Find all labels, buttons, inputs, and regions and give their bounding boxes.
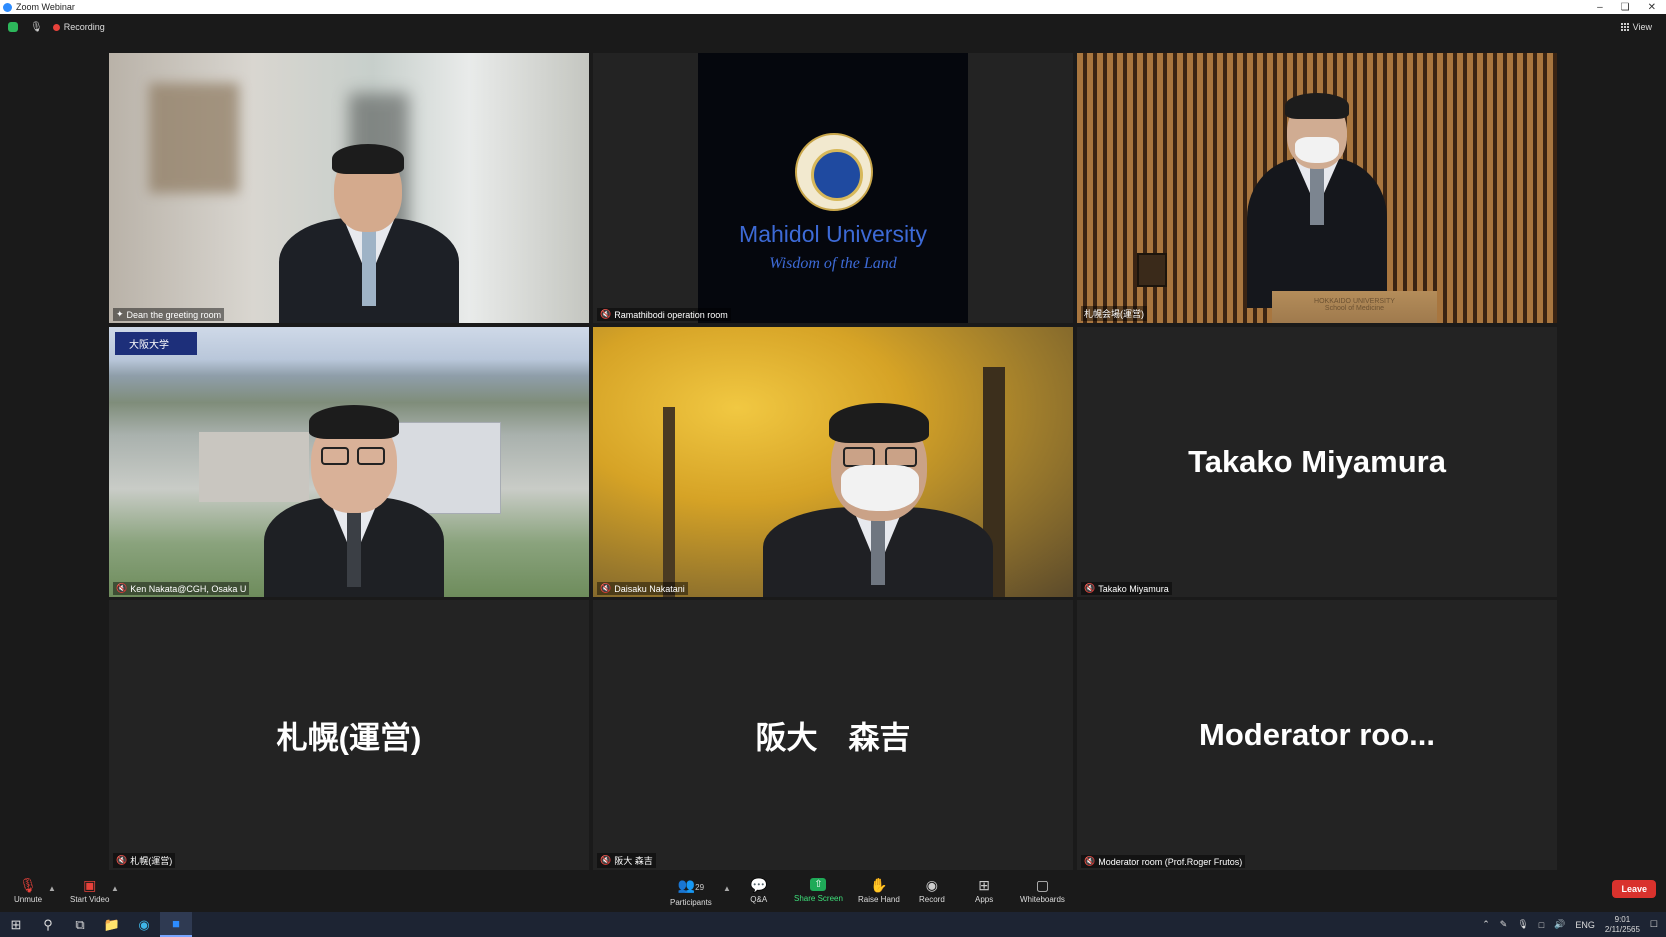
participant-name-label: ✦ Dean the greeting room (113, 308, 225, 321)
audio-status-icon: 🎙 (30, 21, 43, 33)
participant-display-name: 札幌(運営) (276, 720, 422, 756)
start-video-button[interactable]: ▣ Start Video (70, 878, 109, 904)
muted-mic-icon: 🔇 (1084, 856, 1096, 866)
muted-mic-icon: 🔇 (600, 583, 612, 593)
pin-icon: ✦ (116, 309, 124, 319)
wall-panel (1137, 253, 1167, 287)
whiteboard-icon: ▢ (1035, 877, 1050, 893)
qa-icon: 💬 (750, 877, 768, 893)
tree-trunk (663, 407, 675, 597)
leave-button[interactable]: Leave (1612, 880, 1656, 898)
raise-hand-icon: ✋ (870, 877, 888, 893)
record-icon: ◉ (925, 877, 938, 893)
network-icon[interactable]: □ (1539, 920, 1544, 930)
system-tray: ⌃ ✎ 🎙 □ 🔊 ENG 9:01 2/11/2565 ☐ (1482, 915, 1666, 935)
window-controls: – ❏ ✕ (1597, 2, 1666, 13)
task-view-icon[interactable]: ⧉ (64, 912, 96, 937)
taskbar-clock[interactable]: 9:01 2/11/2565 (1605, 915, 1640, 935)
podium-text-line1: HOKKAIDO UNIVERSITY (1314, 298, 1395, 305)
muted-mic-icon: 🔇 (116, 583, 128, 593)
apps-icon: ⊞ (978, 877, 990, 893)
participant-video (743, 397, 1013, 597)
close-icon[interactable]: ✕ (1648, 2, 1656, 13)
video-options-chevron-icon[interactable]: ▲ (111, 884, 119, 893)
unmute-button[interactable]: 🎙 Unmute (14, 878, 42, 904)
participant-name-label: 🔇 Ramathibodi operation room (597, 308, 731, 321)
input-language[interactable]: ENG (1575, 920, 1595, 930)
podium: HOKKAIDO UNIVERSITY School of Medicine (1272, 291, 1437, 323)
tray-chevron-icon[interactable]: ⌃ (1482, 919, 1490, 930)
share-screen-icon: ⇧ (810, 878, 827, 891)
qa-button[interactable]: 💬 Q&A (750, 878, 767, 904)
participant-name-label: 札幌会場(運営) (1081, 306, 1147, 321)
audio-options-chevron-icon[interactable]: ▲ (48, 884, 56, 893)
restore-icon[interactable]: ❏ (1621, 2, 1630, 13)
participant-display-name: 阪大 森吉 (755, 720, 911, 756)
participant-video (1237, 93, 1397, 308)
participant-video (259, 138, 479, 323)
view-button[interactable]: View (1620, 22, 1652, 32)
video-tile-daisaku-nakatani[interactable]: 🔇 Daisaku Nakatani (593, 327, 1073, 597)
window-titlebar: Zoom Webinar – ❏ ✕ (0, 0, 1666, 14)
notifications-icon[interactable]: ☐ (1650, 919, 1658, 930)
video-tile-moderator-room[interactable]: Moderator roo... 🔇 Moderator room (Prof.… (1077, 600, 1557, 870)
recording-label: Recording (63, 22, 105, 32)
participant-name-label: 🔇 Moderator room (Prof.Roger Frutos) (1081, 855, 1246, 868)
meeting-toolbar: 🎙 Unmute ▲ ▣ Start Video ▲ 👥29 Participa… (0, 872, 1666, 912)
meeting-topbar: 🎙 Recording View (0, 14, 1666, 40)
participant-name-label: 🔇 札幌(運営) (113, 853, 176, 868)
video-tile-handai-moriyoshi[interactable]: 阪大 森吉 🔇 阪大 森吉 (593, 600, 1073, 870)
participant-display-name: Moderator roo... (1199, 717, 1435, 752)
whiteboards-button[interactable]: ▢ Whiteboards (1020, 878, 1065, 904)
share-screen-button[interactable]: ⇧ Share Screen (794, 878, 843, 903)
participant-video (249, 367, 459, 597)
muted-mic-icon: 🔇 (116, 855, 128, 865)
video-tile-ramathibodi[interactable]: Mahidol University Wisdom of the Land 🔇 … (593, 53, 1073, 323)
participants-icon: 👥29 (677, 877, 705, 893)
zoom-logo-icon (3, 2, 12, 12)
muted-mic-icon: 🔇 (1084, 583, 1096, 593)
background-blur-shape (149, 83, 239, 193)
participants-options-chevron-icon[interactable]: ▲ (723, 884, 731, 893)
os-taskbar: ⊞ ⚲ ⧉ 📁 ◉ ■ ⌃ ✎ 🎙 □ 🔊 ENG 9:01 2/11/2565… (0, 912, 1666, 937)
logo-university-name: Mahidol University (739, 221, 927, 247)
view-label: View (1632, 22, 1652, 32)
participant-name-label: 🔇 Daisaku Nakatani (597, 582, 688, 595)
video-tile-sapporo-venue[interactable]: HOKKAIDO UNIVERSITY School of Medicine 札… (1077, 53, 1557, 323)
university-seal-icon (795, 133, 873, 211)
raise-hand-button[interactable]: ✋ Raise Hand (858, 878, 900, 904)
record-button[interactable]: ◉ Record (919, 878, 945, 904)
video-tile-sapporo-ops[interactable]: 札幌(運営) 🔇 札幌(運営) (109, 600, 589, 870)
university-banner: 大阪大学 (115, 332, 197, 355)
window-title: Zoom Webinar (16, 2, 75, 12)
participant-name-label: 🔇 Takako Miyamura (1081, 582, 1172, 595)
video-tile-ken-nakata[interactable]: 大阪大学 🔇 Ken Nakata@CGH, Osaka U (109, 327, 589, 597)
video-tile-dean[interactable]: ✦ Dean the greeting room (109, 53, 589, 323)
security-shield-icon[interactable] (8, 22, 18, 32)
minimize-icon[interactable]: – (1597, 2, 1603, 13)
participant-name-label: 🔇 Ken Nakata@CGH, Osaka U (113, 582, 250, 595)
recording-indicator-icon (52, 23, 60, 31)
search-icon[interactable]: ⚲ (32, 912, 64, 937)
file-explorer-icon[interactable]: 📁 (96, 912, 128, 937)
zoom-app-icon[interactable]: ■ (160, 912, 192, 937)
podium-text-line2: School of Medicine (1324, 305, 1385, 312)
apps-button[interactable]: ⊞ Apps (975, 878, 993, 904)
edge-browser-icon[interactable]: ◉ (128, 912, 160, 937)
video-tile-takako-miyamura[interactable]: Takako Miyamura 🔇 Takako Miyamura (1077, 327, 1557, 597)
participant-display-name: Takako Miyamura (1188, 444, 1446, 479)
muted-mic-icon: 🔇 (600, 855, 612, 865)
pen-icon[interactable]: ✎ (1500, 919, 1508, 930)
volume-icon[interactable]: 🔊 (1554, 919, 1565, 930)
microphone-icon[interactable]: 🎙 (1517, 919, 1528, 930)
participant-name-label: 🔇 阪大 森吉 (597, 853, 656, 868)
logo-panel: Mahidol University Wisdom of the Land (698, 53, 968, 323)
muted-mic-icon: 🔇 (600, 309, 612, 319)
video-off-icon: ▣ (83, 877, 97, 893)
muted-mic-icon: 🎙 (19, 877, 37, 893)
windows-start-icon[interactable]: ⊞ (0, 912, 32, 937)
logo-motto: Wisdom of the Land (769, 255, 897, 272)
participants-button[interactable]: 👥29 Participants (670, 878, 712, 907)
grid-view-icon (1620, 23, 1629, 31)
